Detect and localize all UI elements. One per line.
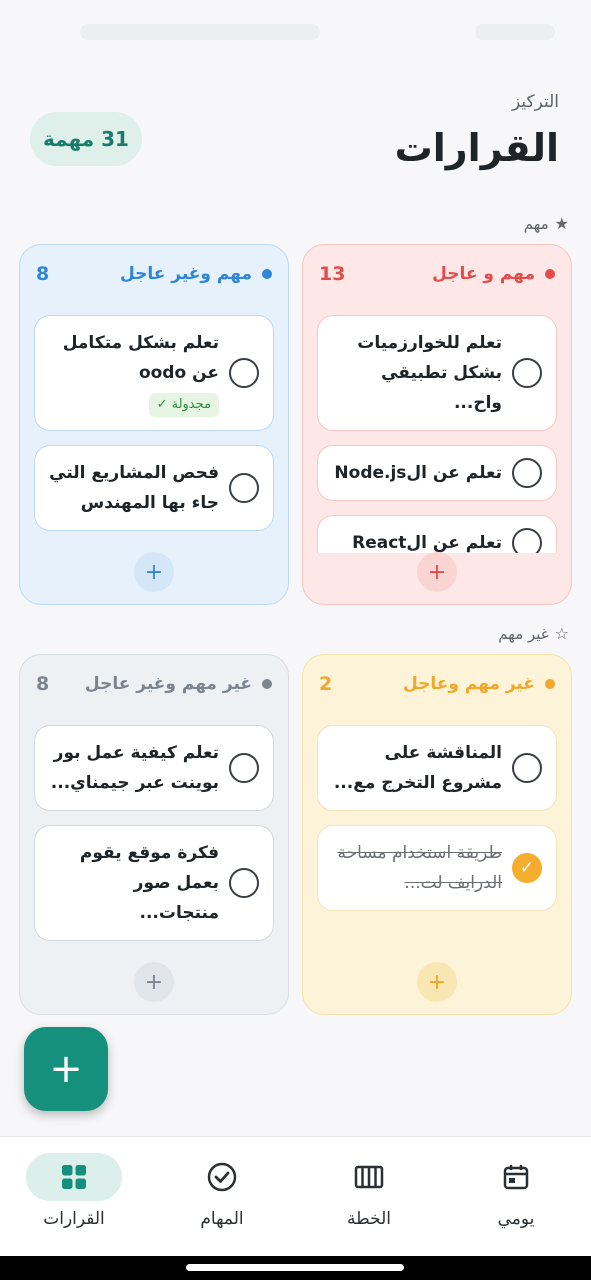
red-dot-icon: [545, 269, 555, 279]
plus-icon: +: [144, 559, 164, 585]
quadrant-title: غير مهم وعاجل: [403, 674, 555, 694]
nav-label: يومي: [497, 1209, 535, 1229]
quadrant-title: مهم وغير عاجل: [120, 264, 272, 284]
nav-item-decisions[interactable]: القرارات: [14, 1153, 134, 1249]
checkbox-circle-icon[interactable]: [512, 358, 542, 388]
quadrant-header: غير مهم وغير عاجل 8: [36, 669, 272, 699]
quadrant-count: 8: [36, 263, 50, 285]
status-icons: [80, 24, 320, 40]
add-task-button[interactable]: +: [134, 962, 174, 1002]
checkbox-circle-icon[interactable]: [229, 868, 259, 898]
task-card[interactable]: تعلم عن الNode.js: [317, 445, 557, 501]
calendar-icon: [468, 1153, 564, 1201]
nav-item-tasks[interactable]: المهام: [162, 1153, 282, 1249]
system-navigation-bar: [0, 1256, 591, 1280]
plus-icon: +: [427, 969, 447, 995]
gray-dot-icon: [262, 679, 272, 689]
task-card[interactable]: فكرة موقع يقوم بعمل صور منتجات...: [34, 825, 274, 941]
task-text: فكرة موقع يقوم بعمل صور منتجات...: [79, 843, 219, 923]
checkbox-circle-icon[interactable]: [229, 473, 259, 503]
nav-label: الخطة: [347, 1209, 391, 1229]
check-circle-icon: [174, 1153, 270, 1201]
checkbox-circle-icon[interactable]: [512, 753, 542, 783]
task-list[interactable]: تعلم كيفية عمل بور بوينت عبر جيمناي... ف…: [34, 725, 274, 963]
quadrant-header: مهم و عاجل 13: [319, 259, 555, 289]
add-task-button[interactable]: +: [134, 552, 174, 592]
task-body: تعلم بشكل متكامل عن oodo مجدولة ✓: [49, 328, 219, 418]
page-subtitle: التركيز: [511, 92, 559, 112]
orange-dot-icon: [545, 679, 555, 689]
quadrant-name: غير مهم وعاجل: [402, 674, 535, 694]
scheduled-badge: مجدولة ✓: [148, 393, 219, 417]
quadrant-urgent-not-important: غير مهم وعاجل 2 المناقشة على مشروع التخر…: [302, 654, 572, 1015]
status-bar: [0, 0, 591, 64]
task-list[interactable]: المناقشة على مشروع التخرج مع... ✓ طريقة …: [317, 725, 557, 963]
task-card[interactable]: تعلم بشكل متكامل عن oodo مجدولة ✓: [34, 315, 274, 431]
star-outline-icon: ☆: [554, 624, 569, 643]
section-not-important-label: ☆ غير مهم: [498, 624, 569, 643]
checkbox-circle-icon[interactable]: [512, 528, 542, 553]
quadrant-name: مهم و عاجل: [432, 264, 535, 284]
task-card[interactable]: فحص المشاريع التي جاء بها المهندس: [34, 445, 274, 531]
quadrant-header: مهم وغير عاجل 8: [36, 259, 272, 289]
checkbox-circle-icon[interactable]: [512, 458, 542, 488]
grid-icon: [26, 1153, 122, 1201]
section-important-label: ★ مهم: [524, 214, 569, 233]
task-text: المناقشة على مشروع التخرج مع...: [333, 743, 502, 793]
add-task-button[interactable]: +: [417, 552, 457, 592]
task-text: فحص المشاريع التي جاء بها المهندس: [49, 463, 219, 513]
task-card[interactable]: تعلم للخوارزميات بشكل تطبيقي واح...: [317, 315, 557, 431]
nav-label: القرارات: [43, 1209, 105, 1229]
page-title: القرارات: [394, 126, 559, 170]
section-important-text: مهم: [523, 214, 549, 233]
task-text: تعلم عن الReact: [352, 533, 502, 553]
quadrant-important-not-urgent: مهم وغير عاجل 8 تعلم بشكل متكامل عن oodo…: [19, 244, 289, 605]
task-list[interactable]: تعلم بشكل متكامل عن oodo مجدولة ✓ فحص ال…: [34, 315, 274, 553]
checkbox-circle-icon[interactable]: [229, 753, 259, 783]
quadrant-name: مهم وغير عاجل: [119, 264, 252, 284]
quadrant-not-important-not-urgent: غير مهم وغير عاجل 8 تعلم كيفية عمل بور ب…: [19, 654, 289, 1015]
quadrant-title: غير مهم وغير عاجل: [85, 674, 272, 694]
quadrant-count: 2: [319, 673, 333, 695]
plus-icon: +: [144, 969, 164, 995]
bottom-navigation: يومي الخطة المهام القرارات: [0, 1136, 591, 1256]
quadrant-count: 13: [319, 263, 346, 285]
nav-item-plan[interactable]: الخطة: [309, 1153, 429, 1249]
plus-icon: +: [427, 559, 447, 585]
task-text: تعلم للخوارزميات بشكل تطبيقي واح...: [357, 333, 502, 413]
add-task-button[interactable]: +: [417, 962, 457, 1002]
task-text-completed: طريقة استخدام مساحة الدرايف لت...: [337, 843, 502, 893]
task-list[interactable]: تعلم للخوارزميات بشكل تطبيقي واح... تعلم…: [317, 315, 557, 553]
quadrant-title: مهم و عاجل: [432, 264, 555, 284]
columns-icon: [321, 1153, 417, 1201]
task-card[interactable]: تعلم كيفية عمل بور بوينت عبر جيمناي...: [34, 725, 274, 811]
star-filled-icon: ★: [554, 214, 569, 233]
quadrant-urgent-important: مهم و عاجل 13 تعلم للخوارزميات بشكل تطبي…: [302, 244, 572, 605]
quadrant-header: غير مهم وعاجل 2: [319, 669, 555, 699]
nav-item-daily[interactable]: يومي: [456, 1153, 576, 1249]
add-fab-button[interactable]: +: [24, 1027, 108, 1111]
status-clock: [475, 24, 555, 40]
blue-dot-icon: [262, 269, 272, 279]
task-text: تعلم كيفية عمل بور بوينت عبر جيمناي...: [50, 743, 219, 793]
home-indicator[interactable]: [186, 1264, 404, 1271]
task-card[interactable]: تعلم عن الReact: [317, 515, 557, 553]
task-text: تعلم عن الNode.js: [334, 463, 502, 483]
nav-label: المهام: [200, 1209, 244, 1229]
task-count-badge: 31 مهمة: [30, 112, 142, 166]
section-not-important-text: غير مهم: [498, 624, 549, 643]
task-text: تعلم بشكل متكامل عن oodo: [62, 333, 219, 383]
task-card[interactable]: ✓ طريقة استخدام مساحة الدرايف لت...: [317, 825, 557, 911]
checkbox-circle-icon[interactable]: [229, 358, 259, 388]
plus-icon: +: [49, 1046, 83, 1092]
quadrant-count: 8: [36, 673, 50, 695]
checkmark-circle-icon[interactable]: ✓: [512, 853, 542, 883]
quadrant-name: غير مهم وغير عاجل: [84, 674, 252, 694]
task-card[interactable]: المناقشة على مشروع التخرج مع...: [317, 725, 557, 811]
